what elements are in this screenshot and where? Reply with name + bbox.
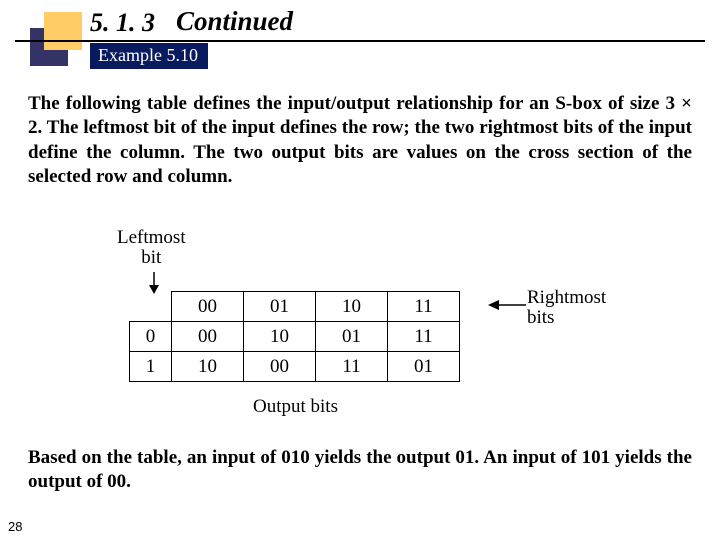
- row-header: 1: [130, 352, 172, 382]
- label-rightmost-top: Rightmost: [527, 287, 606, 308]
- page-number: 28: [8, 519, 22, 534]
- slide-header: 5. 1. 3 Continued Example 5.10: [0, 0, 720, 75]
- label-leftmost-top: Leftmost: [117, 227, 186, 248]
- row-header: 0: [130, 322, 172, 352]
- table-cell: 11: [316, 352, 388, 382]
- col-header: 00: [172, 292, 244, 322]
- sbox-table: 00 01 10 11 0 00 10 01 11 1 10 00 11 01: [129, 291, 460, 382]
- col-header: 11: [388, 292, 460, 322]
- continued-label: Continued: [176, 6, 293, 37]
- table-cell: 01: [316, 322, 388, 352]
- table-blank-cell: [130, 292, 172, 322]
- label-rightmost-bottom: bits: [527, 307, 554, 328]
- label-rightmost-bits: Rightmost bits: [527, 288, 606, 328]
- table-header-row: 00 01 10 11: [130, 292, 460, 322]
- table-row: 1 10 00 11 01: [130, 352, 460, 382]
- table-cell: 00: [244, 352, 316, 382]
- table-cell: 01: [388, 352, 460, 382]
- decor-square-light: [44, 12, 82, 50]
- table-cell: 00: [172, 322, 244, 352]
- header-underline: [15, 40, 705, 42]
- col-header: 01: [244, 292, 316, 322]
- arrow-left-icon: [488, 298, 526, 312]
- paragraph-2: Based on the table, an input of 010 yiel…: [28, 446, 692, 495]
- table-cell: 10: [244, 322, 316, 352]
- section-number: 5. 1. 3: [90, 8, 155, 38]
- table-cell: 10: [172, 352, 244, 382]
- table-row: 0 00 10 01 11: [130, 322, 460, 352]
- label-output-bits: Output bits: [253, 396, 338, 418]
- label-leftmost-bit: Leftmost bit: [117, 228, 186, 268]
- label-leftmost-bottom: bit: [141, 247, 161, 268]
- example-badge: Example 5.10: [90, 43, 208, 69]
- paragraph-1: The following table defines the input/ou…: [28, 92, 692, 189]
- table-cell: 11: [388, 322, 460, 352]
- col-header: 10: [316, 292, 388, 322]
